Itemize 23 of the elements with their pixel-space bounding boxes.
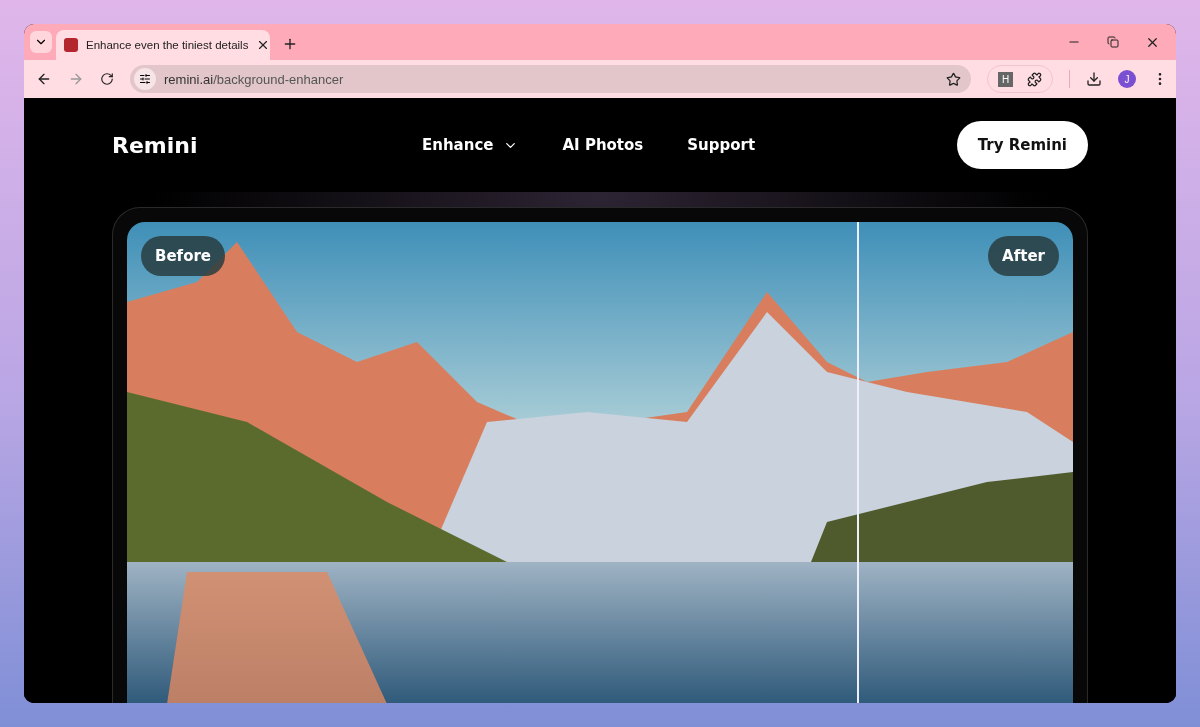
restore-icon[interactable] [1107,34,1119,50]
bookmark-star-icon[interactable] [946,71,961,87]
nav-link[interactable]: AI Photos [562,136,644,154]
try-button[interactable]: Try Remini [956,121,1088,169]
extension-icon[interactable]: H [998,71,1013,87]
nav-link[interactable]: Enhance [422,136,519,154]
logo[interactable]: Remini [112,132,372,158]
browser-tab[interactable]: Enhance even the tiniest details [56,30,270,60]
split-handle[interactable] [857,222,860,703]
favicon-icon [64,38,78,52]
tab-search-button[interactable] [30,31,52,53]
url-text: remini.ai/background-enhancer [164,71,345,87]
before-label: Before [141,236,225,276]
nav-link[interactable]: Support [687,136,756,154]
back-icon[interactable] [36,71,52,87]
tab-title: Enhance even the tiniest details [86,39,249,51]
reload-icon[interactable] [100,72,114,86]
address-bar[interactable]: remini.ai/background-enhancer [130,65,971,93]
download-icon[interactable] [1086,71,1102,87]
puzzle-icon[interactable] [1027,71,1042,87]
site-settings-icon[interactable] [134,68,156,90]
profile-avatar[interactable]: J [1118,70,1136,88]
new-tab-icon[interactable] [282,36,298,52]
